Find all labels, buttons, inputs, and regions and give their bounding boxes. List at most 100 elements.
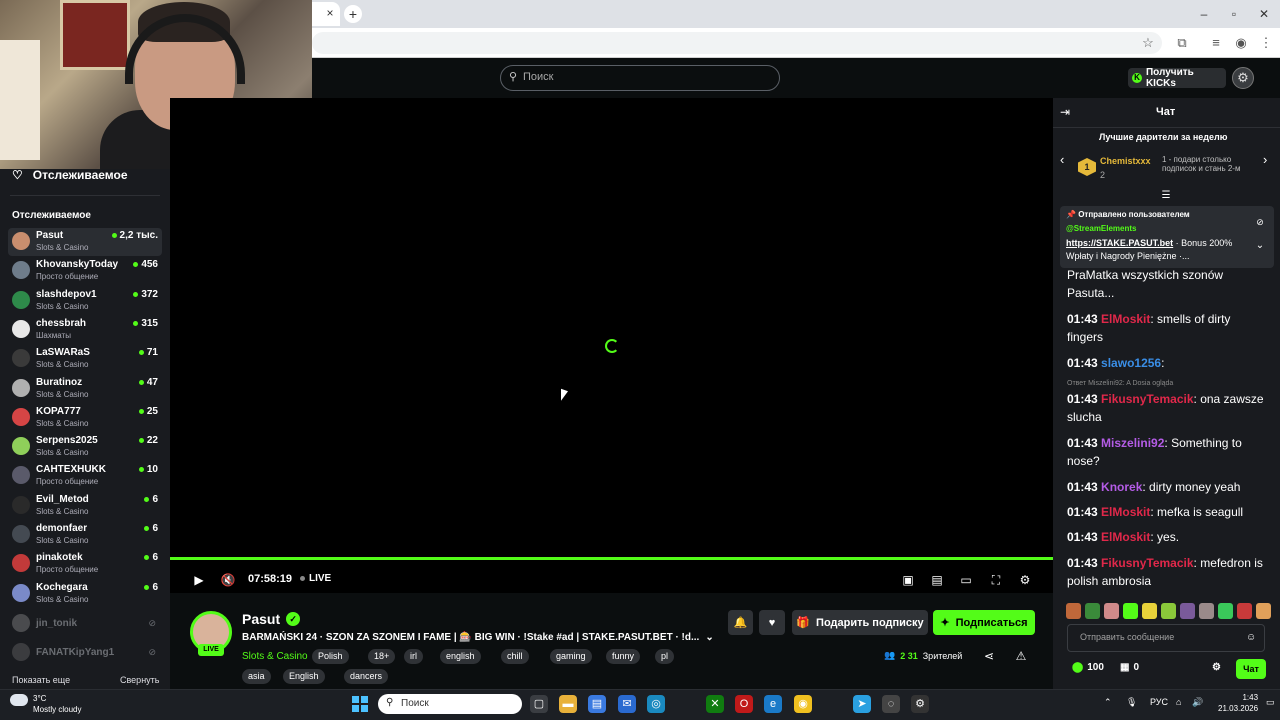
close-window-icon[interactable]: ✕: [1256, 6, 1272, 22]
user-avatar[interactable]: ⚙: [1232, 67, 1254, 89]
channel-points[interactable]: ⬤ 100: [1072, 662, 1104, 673]
stream-tag[interactable]: English: [283, 669, 325, 684]
emote-icon[interactable]: [1123, 603, 1138, 619]
emoji-picker-icon[interactable]: ☺: [1246, 632, 1256, 643]
get-kicks-button[interactable]: K Получить KICKs: [1128, 67, 1226, 89]
stream-tag[interactable]: asia: [242, 669, 271, 684]
stream-tag[interactable]: 18+: [368, 649, 396, 664]
sidebar-item-jin_tonik[interactable]: jin_tonik ⊘: [8, 610, 162, 638]
app-icon[interactable]: ⚙: [911, 695, 929, 713]
fullscreen-icon[interactable]: ⛶: [988, 572, 1004, 588]
gift-sub-button[interactable]: 🎁 Подарить подписку: [792, 610, 928, 635]
mute-icon[interactable]: 🔇: [220, 572, 236, 588]
unpin-icon[interactable]: ⊘: [1254, 214, 1266, 230]
microphone-icon[interactable]: 🎙: [1126, 697, 1137, 708]
expand-title-chevron-icon[interactable]: ⌄: [705, 632, 713, 643]
stream-tag[interactable]: irl: [404, 649, 423, 664]
sidebar-item-slashdepov1[interactable]: slashdepov1 Slots & Casino 372: [8, 287, 162, 315]
volume-icon[interactable]: 🔊: [1192, 697, 1203, 708]
sidebar-item-buratinoz[interactable]: Buratinoz Slots & Casino 47: [8, 375, 162, 403]
stream-tag[interactable]: english: [440, 649, 481, 664]
theater-mode-icon[interactable]: ▭: [958, 572, 974, 588]
windows-start-icon[interactable]: [352, 696, 368, 712]
stream-tag[interactable]: dancers: [344, 669, 389, 684]
chat-message-user[interactable]: ElMoskit: [1101, 505, 1150, 519]
sidebar-item-chessbrah[interactable]: chessbrah Шахматы 315: [8, 316, 162, 344]
edge-icon[interactable]: e: [764, 695, 782, 713]
sidebar-item-evil_metod[interactable]: Evil_Metod Slots & Casino 6: [8, 492, 162, 520]
network-icon[interactable]: ⌂: [1176, 697, 1181, 707]
emote-icon[interactable]: [1256, 603, 1271, 619]
xbox-icon[interactable]: ✕: [706, 695, 724, 713]
channel-name[interactable]: Pasut ✓: [242, 611, 301, 627]
top-gifter-name[interactable]: Chemistxxx: [1100, 156, 1151, 166]
chat-message-user[interactable]: slawo1256: [1101, 356, 1161, 370]
chat-message-user[interactable]: ElMoskit: [1101, 530, 1150, 544]
chat-message-user[interactable]: ElMoskit: [1101, 312, 1150, 326]
sidebar-item-fanatkipyang1[interactable]: FANATKipYang1 ⊘: [8, 639, 162, 667]
opera-icon[interactable]: O: [735, 695, 753, 713]
obs-icon[interactable]: ◌: [882, 695, 900, 713]
sidebar-item-khovanskytoday[interactable]: KhovanskyToday Просто общение 456: [8, 257, 162, 285]
bookmark-star-icon[interactable]: ☆: [1140, 35, 1156, 51]
chat-filter-icon[interactable]: ☰: [1159, 188, 1173, 204]
pinned-link[interactable]: https://STAKE.PASUT.bet: [1066, 238, 1173, 248]
stream-tag[interactable]: Polish: [312, 649, 349, 664]
profile-icon[interactable]: ◉: [1233, 35, 1249, 51]
sidebar-item-kochegara[interactable]: Kochegara Slots & Casino 6: [8, 580, 162, 608]
weather-temp[interactable]: 3°C: [33, 694, 46, 703]
follow-heart-button[interactable]: ♥: [759, 610, 785, 635]
notification-icon[interactable]: ▭: [1266, 697, 1275, 708]
emote-icon[interactable]: [1066, 603, 1081, 619]
emote-icon[interactable]: [1218, 603, 1233, 619]
sidebar-item-pasut[interactable]: Pasut Slots & Casino 2,2 тыс.: [8, 228, 162, 256]
sidebar-following-link[interactable]: ♡ Отслеживаемое: [12, 168, 128, 182]
emote-icon[interactable]: [1199, 603, 1214, 619]
stream-category-link[interactable]: Slots & Casino: [242, 651, 308, 662]
stream-tag[interactable]: pl: [655, 649, 675, 664]
extensions-icon[interactable]: ⧉: [1174, 35, 1190, 51]
emote-icon[interactable]: [1104, 603, 1119, 619]
settings-gear-icon[interactable]: ⚙: [1017, 572, 1033, 588]
emote-icon[interactable]: [1142, 603, 1157, 619]
maximize-icon[interactable]: ▫: [1226, 6, 1242, 22]
gifters-next-icon[interactable]: ›: [1263, 152, 1267, 167]
show-more-button[interactable]: Показать еще: [12, 675, 70, 685]
browser-app-icon[interactable]: ◎: [647, 695, 665, 713]
chat-message-user[interactable]: FikusnyTemacik: [1101, 556, 1193, 570]
notification-bell-button[interactable]: 🔔: [728, 610, 753, 635]
mail-icon[interactable]: ✉: [618, 695, 636, 713]
chat-collapse-icon[interactable]: ⇥: [1060, 105, 1070, 119]
subscribe-button[interactable]: ✦ Подписаться: [933, 610, 1035, 635]
input-language[interactable]: РУС: [1150, 697, 1168, 707]
gifters-prev-icon[interactable]: ‹: [1060, 152, 1064, 167]
browser-menu-icon[interactable]: ⋮: [1258, 35, 1274, 51]
chat-settings-icon[interactable]: ⚙: [1212, 662, 1221, 673]
chat-message-user[interactable]: Miszelini92: [1101, 436, 1164, 450]
pinned-user[interactable]: @StreamElements: [1066, 224, 1137, 233]
report-icon[interactable]: ⚠: [1014, 648, 1028, 664]
task-view-icon[interactable]: ▢: [530, 695, 548, 713]
emote-icon[interactable]: [1161, 603, 1176, 619]
emote-icon[interactable]: [1237, 603, 1252, 619]
pinned-expand-chevron-icon[interactable]: ⌄: [1254, 238, 1266, 254]
file-explorer-icon[interactable]: ▬: [559, 695, 577, 713]
media-icon[interactable]: ≡: [1208, 35, 1224, 51]
tray-chevron-icon[interactable]: ⌃: [1104, 697, 1112, 708]
sidebar-item-pinakotek[interactable]: pinakotek Просто общение 6: [8, 550, 162, 578]
chrome-icon[interactable]: ◉: [794, 695, 812, 713]
sidebar-item-cahtexhukk[interactable]: CAHTEXHUKK Просто общение 10: [8, 462, 162, 490]
chat-message-user[interactable]: Knorek: [1101, 480, 1142, 494]
sidebar-item-demonfaer[interactable]: demonfaer Slots & Casino 6: [8, 521, 162, 549]
sidebar-item-serpens2025[interactable]: Serpens2025 Slots & Casino 22: [8, 433, 162, 461]
chat-mode-toggle[interactable]: ▦ 0: [1120, 662, 1139, 673]
chat-message-user[interactable]: FikusnyTemacik: [1101, 392, 1193, 406]
tab-close-icon[interactable]: ×: [322, 5, 338, 21]
sidebar-item-kopa777[interactable]: KOPA777 Slots & Casino 25: [8, 404, 162, 432]
minimize-icon[interactable]: –: [1196, 6, 1212, 22]
progress-bar[interactable]: [170, 557, 1053, 560]
weather-desc[interactable]: Mostly cloudy: [33, 705, 81, 714]
miniplayer-icon[interactable]: ▣: [900, 572, 916, 588]
sidebar-item-laswaras[interactable]: LaSWARaS Slots & Casino 71: [8, 345, 162, 373]
taskbar-search[interactable]: [378, 694, 522, 714]
